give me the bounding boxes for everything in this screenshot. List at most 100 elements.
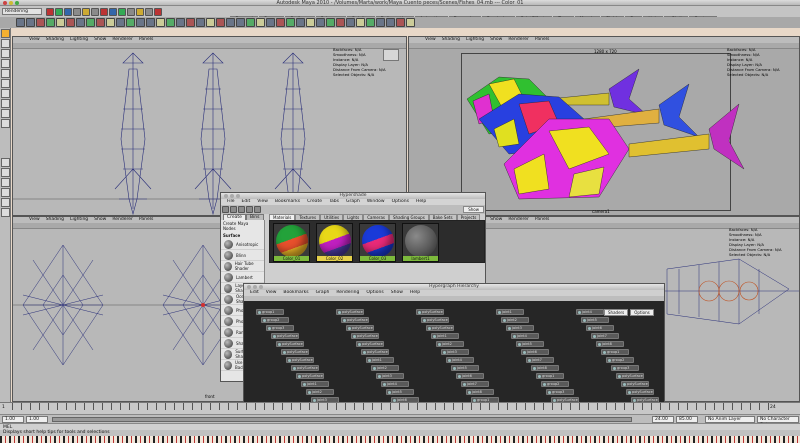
hypergraph-node[interactable]: group2 (261, 317, 289, 323)
command-line[interactable]: MEL (0, 423, 800, 430)
output-connections-icon[interactable] (254, 206, 261, 213)
hypergraph-node[interactable]: group1 (601, 349, 629, 355)
hypergraph-node[interactable]: polySurface6 (361, 349, 389, 355)
hypergraph-node[interactable]: group3 (546, 389, 574, 395)
hypergraph-node[interactable]: group2 (606, 357, 634, 363)
move-tool-icon[interactable] (1, 59, 10, 68)
scale-tool-icon[interactable] (1, 79, 10, 88)
shelf-tool-icon[interactable] (116, 18, 125, 27)
hypergraph-node[interactable]: polySurface3 (346, 325, 374, 331)
last-tool-icon[interactable] (1, 119, 10, 128)
history-icon[interactable] (127, 8, 135, 16)
open-scene-icon[interactable] (55, 8, 63, 16)
range-end-field[interactable]: 24.00 (652, 416, 674, 423)
shelf-tool-icon[interactable] (156, 18, 165, 27)
layout-icon[interactable] (238, 206, 245, 213)
time-slider[interactable]: 1 24 (0, 402, 800, 414)
hypergraph-node[interactable]: polySurface4 (286, 357, 314, 363)
minimize-button[interactable] (230, 194, 234, 198)
hypergraph-node[interactable]: polySurface3 (281, 349, 309, 355)
show-button[interactable]: Show (463, 206, 484, 213)
hypergraph-node[interactable]: joint5 (581, 317, 609, 323)
shelf-tool-icon[interactable] (346, 18, 355, 27)
show-manip-icon[interactable] (1, 109, 10, 118)
time-ruler[interactable] (12, 403, 772, 410)
shelf-tool-icon[interactable] (146, 18, 155, 27)
shelf-tool-icon[interactable] (276, 18, 285, 27)
shelf-tool-icon[interactable] (266, 18, 275, 27)
graph-layout-icon[interactable] (1, 188, 10, 197)
persp-graph-icon[interactable] (1, 208, 10, 217)
shelf-tool-icon[interactable] (386, 18, 395, 27)
shelf-tool-icon[interactable] (176, 18, 185, 27)
hypergraph-node[interactable]: joint2 (371, 365, 399, 371)
shelf-tool-icon[interactable] (96, 18, 105, 27)
select-object-icon[interactable] (82, 8, 90, 16)
shelf-tool-icon[interactable] (236, 18, 245, 27)
select-hierarchy-icon[interactable] (73, 8, 81, 16)
hypershade-titlebar[interactable]: Hypershade (221, 193, 485, 199)
hypergraph-node[interactable]: polySurface2 (621, 381, 649, 387)
shelf-tool-icon[interactable] (246, 18, 255, 27)
single-view-icon[interactable] (1, 158, 10, 167)
shelf-tool-icon[interactable] (136, 18, 145, 27)
hypergraph-node[interactable]: joint3 (376, 373, 404, 379)
hypergraph-node[interactable]: joint1 (496, 309, 524, 315)
hypergraph-node[interactable]: polySurface1 (616, 373, 644, 379)
shelf-tool-icon[interactable] (76, 18, 85, 27)
hg-menu-graph[interactable]: Graph (316, 290, 330, 296)
shelf-tool-icon[interactable] (16, 18, 25, 27)
hypergraph-node[interactable]: joint5 (516, 341, 544, 347)
hypershade-layout-icon[interactable] (1, 198, 10, 207)
hypergraph-node[interactable]: joint1 (301, 381, 329, 387)
material-swatch[interactable]: Color_03 (359, 223, 396, 262)
shelf-tool-icon[interactable] (366, 18, 375, 27)
shelf-tool-icon[interactable] (206, 18, 215, 27)
hypergraph-node[interactable]: joint4 (511, 333, 539, 339)
channel-box-mini[interactable] (383, 49, 399, 61)
zoom-button[interactable] (259, 285, 263, 289)
hypergraph-node[interactable]: joint6 (586, 325, 614, 331)
hypergraph-node[interactable]: joint4 (381, 381, 409, 387)
universal-manip-icon[interactable] (1, 89, 10, 98)
minimize-button[interactable] (253, 285, 257, 289)
outliner-layout-icon[interactable] (1, 178, 10, 187)
shelf-tool-icon[interactable] (86, 18, 95, 27)
hypergraph-node[interactable]: polySurface2 (276, 341, 304, 347)
lasso-tool-icon[interactable] (1, 39, 10, 48)
hg-menu-edit[interactable]: Edit (250, 290, 259, 296)
hypergraph-node[interactable]: group1 (256, 309, 284, 315)
hg-menu-view[interactable]: View (266, 290, 277, 296)
shelf-tool-icon[interactable] (186, 18, 195, 27)
zoom-button[interactable] (236, 194, 240, 198)
shelf-tool-icon[interactable] (306, 18, 315, 27)
hypergraph-node[interactable]: joint8 (596, 341, 624, 347)
input-connections-icon[interactable] (246, 206, 253, 213)
character-set-dropdown[interactable]: No Character Set (757, 416, 799, 428)
menu-set-dropdown[interactable]: Rendering (2, 8, 42, 15)
hypergraph-node[interactable]: joint4 (576, 309, 604, 315)
hypergraph-node[interactable]: joint6 (521, 349, 549, 355)
window-controls[interactable] (3, 1, 19, 5)
hypergraph-node[interactable]: joint3 (441, 349, 469, 355)
shelf-tool-icon[interactable] (56, 18, 65, 27)
range-min-field[interactable]: 1.00 (26, 416, 48, 423)
hypergraph-node[interactable]: joint4 (446, 357, 474, 363)
minimize-button[interactable] (9, 1, 13, 5)
shelf-tool-icon[interactable] (46, 18, 55, 27)
close-button[interactable] (224, 194, 228, 198)
hypergraph-node[interactable]: joint1 (366, 357, 394, 363)
hg-menu-rendering[interactable]: Rendering (336, 290, 359, 296)
shelf-tool-icon[interactable] (326, 18, 335, 27)
hypergraph-node[interactable]: joint7 (526, 357, 554, 363)
hypergraph-node[interactable]: polySurface2 (341, 317, 369, 323)
hg-menu-help[interactable]: Help (410, 290, 420, 296)
hypergraph-node[interactable]: polySurface5 (421, 317, 449, 323)
hypergraph-node[interactable]: polySurface5 (291, 365, 319, 371)
soft-mod-icon[interactable] (1, 99, 10, 108)
hypergraph-node[interactable]: polySurface4 (416, 309, 444, 315)
shelf-tool-icon[interactable] (286, 18, 295, 27)
create-node-item[interactable]: Lambert (221, 272, 264, 283)
shelf-tool-icon[interactable] (126, 18, 135, 27)
select-tool-icon[interactable] (1, 29, 10, 38)
